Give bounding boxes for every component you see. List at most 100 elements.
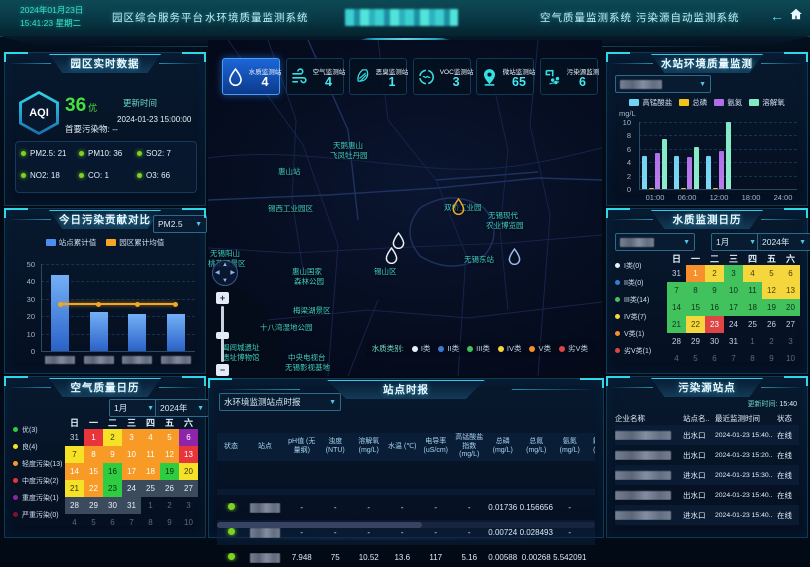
table-row[interactable]: 出水口2024-01-23 15:40..在线 (615, 485, 799, 505)
table-row[interactable]: 进水口2024-01-23 15:40..在线 (615, 505, 799, 525)
calendar-day[interactable]: 1 (686, 265, 705, 282)
calendar-day[interactable]: 7 (122, 514, 141, 531)
calendar-day[interactable]: 1 (141, 497, 160, 514)
calendar-day[interactable]: 17 (724, 299, 743, 316)
station-button-outfall[interactable]: 污染源监测6 (540, 58, 598, 95)
calendar-day[interactable]: 3 (781, 333, 800, 350)
calendar-day[interactable]: 12 (160, 446, 179, 463)
pan-right-icon[interactable]: ▶ (230, 269, 235, 276)
calendar-day[interactable]: 3 (122, 429, 141, 446)
calendar-day[interactable]: 6 (179, 429, 198, 446)
calendar-day[interactable]: 12 (762, 282, 781, 299)
calendar-day[interactable]: 5 (762, 265, 781, 282)
calendar-day[interactable]: 8 (686, 282, 705, 299)
calendar-day[interactable]: 22 (84, 480, 103, 497)
calendar-day[interactable]: 25 (141, 480, 160, 497)
calendar-day[interactable]: 23 (705, 316, 724, 333)
calendar-day[interactable]: 30 (103, 497, 122, 514)
year-select[interactable]: 2024年▼ (757, 233, 810, 251)
station-button-voc[interactable]: VOC监测站3 (413, 58, 471, 95)
hourly-report-select[interactable]: 水环境监测站点时报▼ (219, 393, 341, 411)
month-select[interactable]: 1月▼ (711, 233, 761, 251)
calendar-day[interactable]: 1 (743, 333, 762, 350)
calendar-day[interactable]: 8 (743, 350, 762, 367)
calendar-day[interactable]: 18 (743, 299, 762, 316)
calendar-day[interactable]: 17 (122, 463, 141, 480)
calendar-day[interactable]: 20 (179, 463, 198, 480)
pan-left-icon[interactable]: ◀ (215, 269, 220, 276)
table-row[interactable]: 进水口2024-01-23 15:30..在线 (615, 465, 799, 485)
calendar-day[interactable]: 2 (160, 497, 179, 514)
table-row[interactable]: 出水口2024-01-23 15:40..在线 (615, 425, 799, 445)
calendar-day[interactable]: 26 (160, 480, 179, 497)
calendar-day[interactable]: 6 (781, 265, 800, 282)
calendar-day[interactable]: 2 (762, 333, 781, 350)
calendar-day[interactable]: 24 (122, 480, 141, 497)
calendar-day[interactable]: 4 (65, 514, 84, 531)
calendar-day[interactable]: 31 (65, 429, 84, 446)
calendar-day[interactable]: 22 (686, 316, 705, 333)
pan-down-icon[interactable]: ▼ (222, 278, 228, 284)
station-button-pin[interactable]: 微站监测站65 (476, 58, 534, 95)
calendar-day[interactable]: 15 (84, 463, 103, 480)
nav-item-2[interactable]: 空气质量监测系统 (540, 10, 632, 25)
calendar-day[interactable]: 23 (103, 480, 122, 497)
map-pan-control[interactable]: ▲ ▼ ◀ ▶ (212, 260, 238, 286)
calendar-day[interactable]: 3 (179, 497, 198, 514)
calendar-day[interactable]: 4 (141, 429, 160, 446)
calendar-day[interactable]: 4 (743, 265, 762, 282)
water-station-marker[interactable] (508, 248, 521, 270)
calendar-day[interactable]: 31 (724, 333, 743, 350)
calendar-day[interactable]: 25 (743, 316, 762, 333)
calendar-day[interactable]: 6 (705, 350, 724, 367)
calendar-day[interactable]: 15 (686, 299, 705, 316)
station-select[interactable]: ▼ (615, 233, 695, 251)
calendar-day[interactable]: 14 (65, 463, 84, 480)
calendar-day[interactable]: 13 (781, 282, 800, 299)
month-select[interactable]: 1月▼ (109, 399, 159, 417)
calendar-day[interactable]: 2 (103, 429, 122, 446)
calendar-day[interactable]: 3 (724, 265, 743, 282)
calendar-day[interactable]: 27 (179, 480, 198, 497)
calendar-day[interactable]: 13 (179, 446, 198, 463)
calendar-day[interactable]: 6 (103, 514, 122, 531)
calendar-day[interactable]: 27 (781, 316, 800, 333)
station-button-water-drop[interactable]: 水质监测站4 (222, 58, 280, 95)
calendar-day[interactable]: 10 (724, 282, 743, 299)
table-row[interactable]: 7.9487510.5213.61175.160.005880.002685.5… (217, 545, 595, 567)
nav-item-3[interactable]: 污染源自动监测系统 (636, 10, 740, 25)
calendar-day[interactable]: 8 (84, 446, 103, 463)
home-icon[interactable] (789, 7, 803, 24)
calendar-day[interactable]: 26 (762, 316, 781, 333)
calendar-day[interactable]: 11 (743, 282, 762, 299)
calendar-day[interactable]: 4 (667, 350, 686, 367)
calendar-day[interactable]: 9 (762, 350, 781, 367)
nav-item-0[interactable]: 园区综合服务平台 (112, 10, 204, 25)
zoom-in-button[interactable]: + (216, 292, 229, 304)
calendar-day[interactable]: 7 (667, 282, 686, 299)
calendar-day[interactable]: 7 (724, 350, 743, 367)
calendar-day[interactable]: 30 (705, 333, 724, 350)
table-row[interactable]: ------0.017360.156656-- (217, 495, 595, 520)
water-station-marker[interactable] (385, 247, 398, 269)
back-icon[interactable]: ← (770, 8, 784, 24)
water-station-marker[interactable] (452, 198, 465, 220)
year-select[interactable]: 2024年▼ (155, 399, 209, 417)
calendar-day[interactable]: 21 (667, 316, 686, 333)
calendar-day[interactable]: 1 (84, 429, 103, 446)
calendar-day[interactable]: 16 (705, 299, 724, 316)
calendar-day[interactable]: 28 (667, 333, 686, 350)
calendar-day[interactable]: 5 (84, 514, 103, 531)
calendar-day[interactable]: 10 (122, 446, 141, 463)
calendar-day[interactable]: 10 (179, 514, 198, 531)
calendar-day[interactable]: 29 (686, 333, 705, 350)
calendar-day[interactable]: 19 (762, 299, 781, 316)
calendar-day[interactable]: 9 (103, 446, 122, 463)
pollutant-select[interactable]: PM2.5▼ (153, 215, 207, 233)
table-row[interactable]: 出水口2024-01-23 15:20..在线 (615, 445, 799, 465)
calendar-day[interactable]: 24 (724, 316, 743, 333)
pan-up-icon[interactable]: ▲ (222, 262, 228, 268)
calendar-day[interactable]: 2 (705, 265, 724, 282)
calendar-day[interactable]: 31 (122, 497, 141, 514)
calendar-day[interactable]: 20 (781, 299, 800, 316)
